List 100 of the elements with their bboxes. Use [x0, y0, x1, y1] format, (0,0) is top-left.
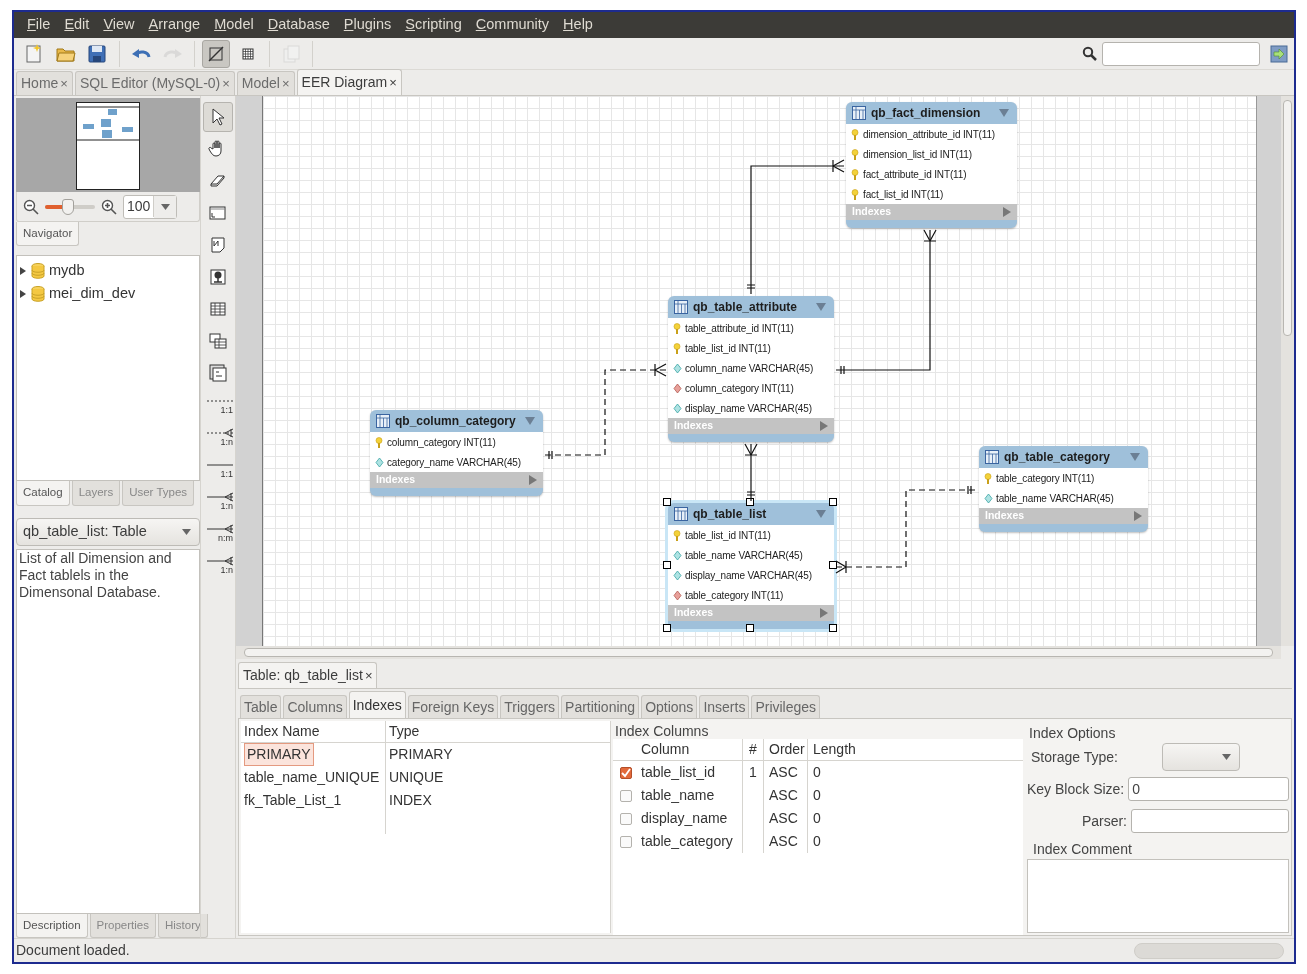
document-tab[interactable]: EER Diagram× — [296, 69, 402, 95]
table-cell[interactable]: PRIMARY — [244, 743, 314, 766]
selection-handle[interactable] — [663, 561, 671, 569]
document-tab[interactable]: SQL Editor (MySQL-0)× — [74, 71, 235, 95]
panel-tab[interactable]: Description — [16, 913, 88, 938]
editor-subtab[interactable]: Partitioning — [561, 695, 640, 718]
table-card[interactable]: qb_table_category table_category INT(11) table_name VARCHAR(45) Indexes — [979, 446, 1148, 532]
table-card[interactable]: qb_table_attribute table_attribute_id INT(11) table_list_id INT(11) column_name VARCHAR(45) column_category INT(11) display_name VARCHAR(45) Indexes — [668, 296, 834, 442]
checkbox[interactable] — [620, 789, 632, 802]
relationship-line[interactable] — [744, 443, 758, 502]
selection-handle[interactable] — [746, 498, 754, 506]
close-button[interactable]: × — [60, 77, 68, 90]
column-header[interactable]: Type — [386, 721, 420, 742]
search-field[interactable] — [1102, 41, 1260, 66]
relationship-tool[interactable]: 1:1 — [203, 390, 233, 420]
menu-item[interactable]: Scripting — [398, 14, 469, 36]
table-card[interactable]: qb_column_category column_category INT(11) category_name VARCHAR(45) Indexes — [370, 410, 543, 496]
close-button[interactable]: × — [389, 76, 397, 89]
zoom-out-icon[interactable] — [23, 198, 39, 215]
editor-subtab[interactable]: Triggers — [500, 695, 560, 718]
column-header[interactable]: Index Name — [241, 721, 386, 742]
save-icon[interactable] — [87, 42, 109, 65]
editor-subtab[interactable]: Indexes — [348, 691, 406, 718]
checkbox[interactable] — [620, 835, 632, 848]
table-card[interactable]: qb_fact_dimension dimension_attribute_id INT(11) dimension_list_id INT(11) fact_attribute_id INT(11) fact_list_id INT(11) Indexes — [846, 102, 1017, 228]
description-field[interactable]: List of all Dimension and Fact tablels in the Dimensonal Database. — [16, 548, 200, 914]
menu-item[interactable]: Community — [468, 14, 557, 36]
selection-handle[interactable] — [663, 498, 671, 506]
selection-handle[interactable] — [829, 624, 837, 632]
vertical-scrollbar[interactable] — [1281, 96, 1294, 646]
editor-subtab[interactable]: Table — [240, 695, 282, 718]
selection-handle[interactable] — [746, 624, 754, 632]
table-icon — [674, 507, 688, 521]
selection-handle[interactable] — [663, 624, 671, 632]
group-label: Index Columns — [614, 722, 710, 739]
column-text: fact_attribute_id INT(11) — [863, 167, 967, 182]
relationship-tool[interactable]: 1:n — [203, 422, 233, 452]
menu-item[interactable]: Database — [260, 14, 337, 36]
checkbox[interactable] — [620, 812, 632, 825]
table-cell-text: 0 — [812, 786, 821, 805]
panel-tab[interactable]: Navigator — [16, 222, 80, 247]
document-tab[interactable]: Model× — [236, 71, 295, 95]
column-header[interactable]: Length — [808, 739, 856, 760]
tree-item[interactable]: mei_dim_dev — [19, 282, 197, 306]
palette-tool-button[interactable] — [203, 102, 233, 132]
key-icon — [375, 436, 384, 448]
dropdown-arrow-icon[interactable] — [816, 303, 826, 311]
caret-icon — [160, 203, 170, 210]
document-tab[interactable]: Home× — [16, 71, 73, 95]
comment-field[interactable] — [1027, 859, 1289, 933]
checkbox[interactable] — [620, 766, 632, 779]
expand-arrow-icon[interactable] — [19, 266, 27, 275]
close-button[interactable]: × — [282, 77, 290, 90]
column-header[interactable]: Column — [639, 739, 742, 760]
object-dropdown[interactable]: qb_table_list: Table — [16, 517, 200, 546]
close-button[interactable]: × — [364, 669, 373, 682]
column-header[interactable]: Order — [764, 739, 808, 760]
menu-item[interactable]: View — [96, 14, 142, 36]
zoom-slider[interactable] — [45, 198, 95, 215]
relationship-tool[interactable]: n:m — [203, 518, 233, 548]
editor-subtab[interactable]: Privileges — [751, 695, 821, 718]
menu-item[interactable]: File — [20, 14, 58, 36]
menu-item[interactable]: Help — [556, 14, 600, 36]
menu-item[interactable]: Model — [207, 14, 261, 36]
table-cell[interactable]: fk_Table_List_1 — [244, 790, 342, 811]
input-field[interactable]: 0 — [1128, 777, 1289, 801]
editor-subtab[interactable]: Foreign Keys — [407, 695, 499, 718]
table-cell-text: ASC — [769, 786, 798, 805]
menu-item[interactable]: Arrange — [141, 14, 208, 36]
selection-handle[interactable] — [829, 561, 837, 569]
zoom-combo[interactable]: 100 — [123, 194, 178, 219]
editor-subtab[interactable]: Inserts — [699, 695, 750, 718]
dropdown-arrow-icon[interactable] — [999, 109, 1009, 117]
dropdown-arrow-icon[interactable] — [1130, 453, 1140, 461]
key-icon — [851, 148, 860, 160]
horizontal-scrollbar[interactable] — [236, 646, 1281, 659]
caret-icon — [182, 528, 191, 535]
table-cell-text: INDEX — [388, 791, 432, 810]
selection-handle[interactable] — [829, 498, 837, 506]
tree-item[interactable]: mydb — [19, 259, 197, 283]
column-header[interactable]: # — [742, 739, 764, 760]
relationship-tool[interactable]: 1:1 — [203, 454, 233, 484]
diamond-icon — [673, 589, 682, 601]
editor-subtab[interactable]: Columns — [283, 695, 347, 718]
input-field[interactable] — [1131, 809, 1289, 833]
menu-item[interactable]: Edit — [57, 14, 97, 36]
toolbar-toggle-button[interactable] — [202, 39, 230, 68]
editor-subtab[interactable]: Options — [641, 695, 698, 718]
editor-tab[interactable]: Table: qb_table_list× — [238, 662, 378, 688]
dropdown-arrow-icon[interactable] — [525, 417, 535, 425]
expand-arrow-icon[interactable] — [19, 289, 27, 298]
relationship-tool[interactable]: 1:n — [203, 486, 233, 516]
panel-tab[interactable]: Catalog — [16, 481, 70, 506]
relationship-tool[interactable]: 1:n — [203, 550, 233, 580]
table-cell[interactable]: table_name_UNIQUE — [244, 767, 380, 788]
table-cell — [742, 830, 764, 853]
zoom-in-icon[interactable] — [101, 198, 117, 215]
table-name: qb_table_category — [1004, 449, 1112, 466]
menu-item[interactable]: Plugins — [336, 14, 399, 36]
close-button[interactable]: × — [222, 77, 230, 90]
